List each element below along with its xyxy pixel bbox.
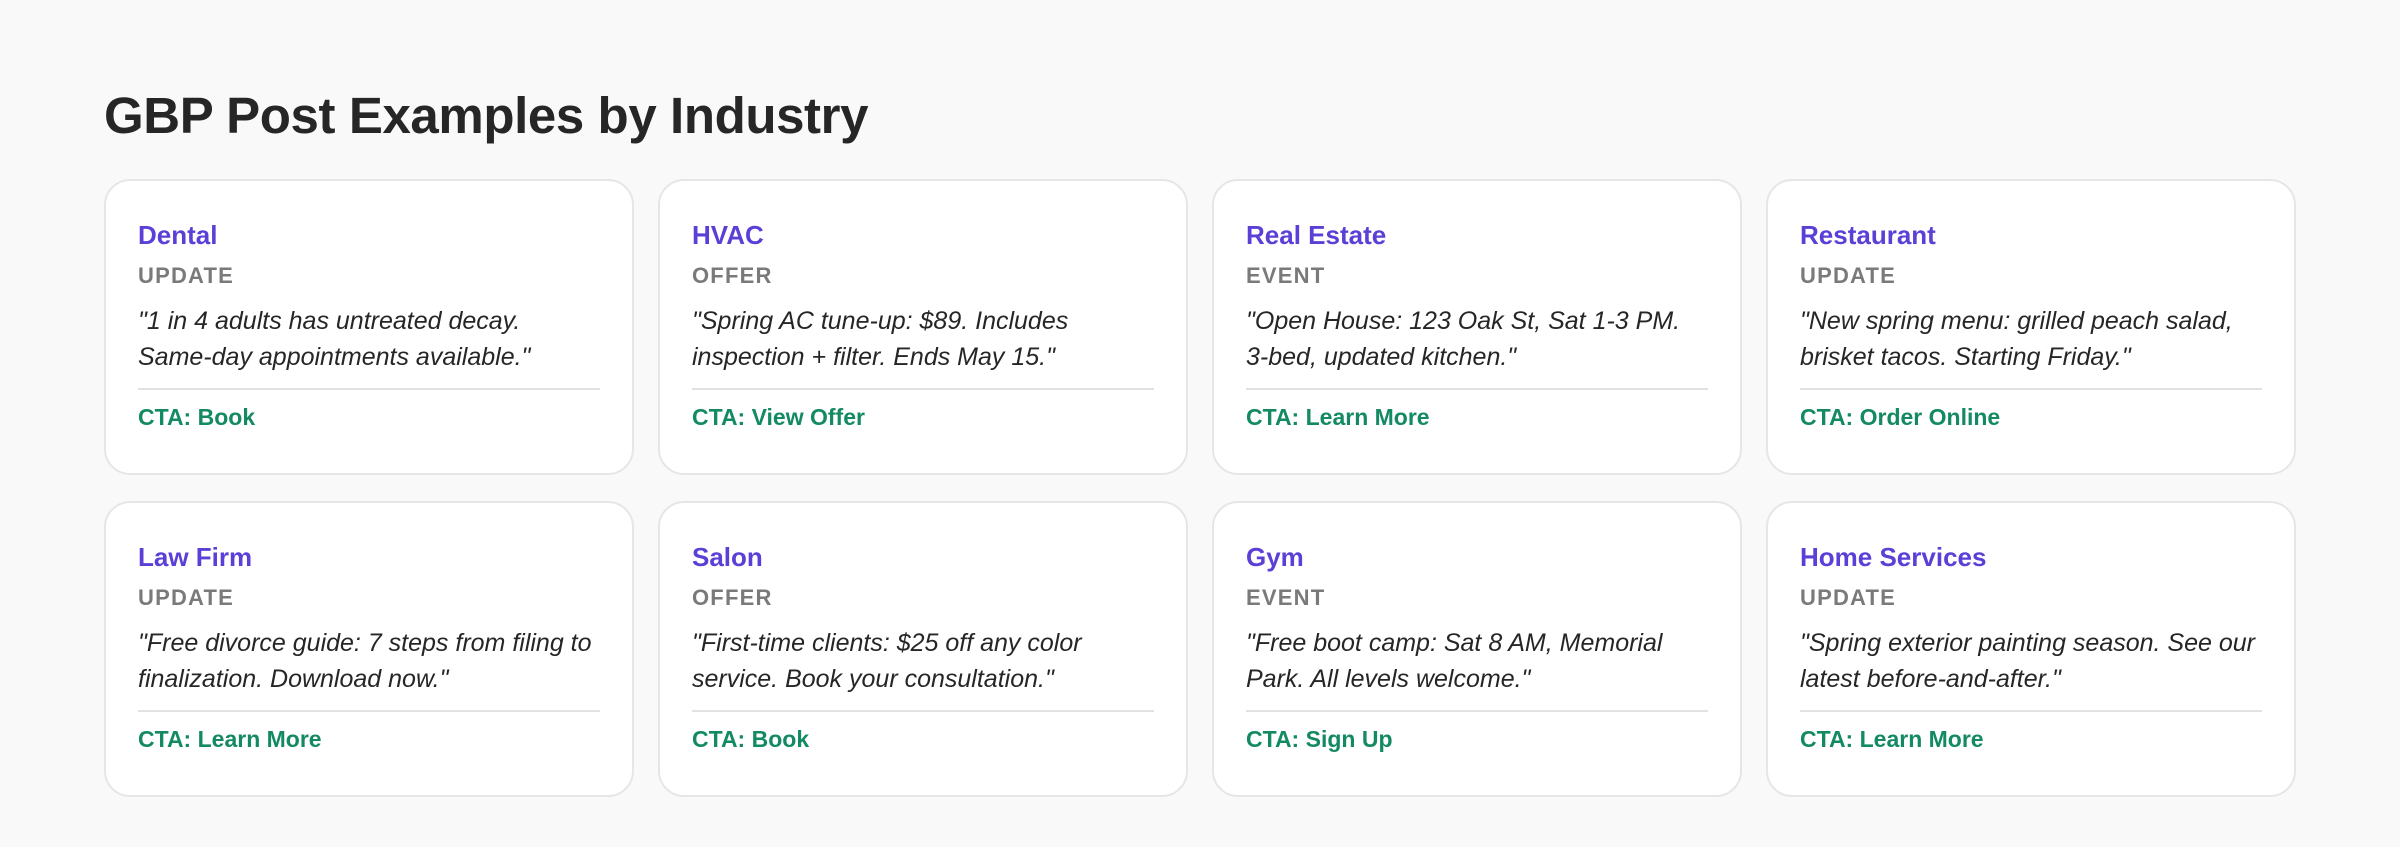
card-industry-name: Gym: [1246, 542, 1304, 572]
card-divider: [692, 388, 1154, 390]
card-post-type: UPDATE: [1800, 263, 1897, 288]
card-example-text: "New spring menu: grilled peach salad, b…: [1800, 307, 2233, 371]
industry-card-salon: Salon OFFER "First-time clients: $25 off…: [658, 501, 1188, 797]
card-industry-name: Real Estate: [1246, 220, 1387, 250]
card-industry-name: HVAC: [692, 220, 764, 250]
card-industry-name: Law Firm: [138, 542, 253, 572]
industry-card-real-estate: Real Estate EVENT "Open House: 123 Oak S…: [1212, 179, 1742, 475]
industry-card-hvac: HVAC OFFER "Spring AC tune-up: $89. Incl…: [658, 179, 1188, 475]
card-cta-label: CTA: Book: [692, 726, 810, 752]
card-cta-label: CTA: Order Online: [1800, 404, 2001, 430]
card-industry-name: Home Services: [1800, 542, 1987, 572]
card-post-type: UPDATE: [1800, 585, 1897, 610]
industry-card-home-services: Home Services UPDATE "Spring exterior pa…: [1766, 501, 2296, 797]
card-cta-label: CTA: Learn More: [1800, 726, 1984, 752]
card-post-type: EVENT: [1246, 585, 1326, 610]
card-divider: [138, 710, 600, 712]
page: GBP Post Examples by Industry Dental UPD…: [0, 0, 2400, 847]
card-example-text: "Open House: 123 Oak St, Sat 1-3 PM. 3-b…: [1246, 307, 1681, 371]
card-cta-label: CTA: Learn More: [1246, 404, 1430, 430]
industry-card-gym: Gym EVENT "Free boot camp: Sat 8 AM, Mem…: [1212, 501, 1742, 797]
card-industry-name: Dental: [138, 220, 218, 250]
card-example-text: "Spring AC tune-up: $89. Includes inspec…: [692, 307, 1069, 371]
card-cta-label: CTA: View Offer: [692, 404, 865, 430]
card-divider: [1246, 710, 1708, 712]
card-example-text: "Free divorce guide: 7 steps from filing…: [138, 629, 592, 693]
card-example-text: "Spring exterior painting season. See ou…: [1800, 629, 2255, 693]
card-divider: [692, 710, 1154, 712]
card-cta-label: CTA: Book: [138, 404, 256, 430]
industry-card-law-firm: Law Firm UPDATE "Free divorce guide: 7 s…: [104, 501, 634, 797]
card-post-type: UPDATE: [138, 585, 235, 610]
card-divider: [1800, 388, 2262, 390]
card-divider: [1800, 710, 2262, 712]
card-post-type: UPDATE: [138, 263, 235, 288]
card-industry-name: Restaurant: [1800, 220, 1936, 250]
card-example-text: "1 in 4 adults has untreated decay. Same…: [138, 307, 531, 371]
card-divider: [138, 388, 600, 390]
card-example-text: "Free boot camp: Sat 8 AM, Memorial Park…: [1246, 629, 1663, 693]
industry-card-dental: Dental UPDATE "1 in 4 adults has untreat…: [104, 179, 634, 475]
industry-card-grid: Dental UPDATE "1 in 4 adults has untreat…: [104, 179, 2296, 797]
card-post-type: EVENT: [1246, 263, 1326, 288]
card-cta-label: CTA: Learn More: [138, 726, 322, 752]
card-post-type: OFFER: [692, 585, 773, 610]
card-industry-name: Salon: [692, 542, 763, 572]
card-cta-label: CTA: Sign Up: [1246, 726, 1393, 752]
card-example-text: "First-time clients: $25 off any color s…: [692, 629, 1082, 693]
industry-card-restaurant: Restaurant UPDATE "New spring menu: gril…: [1766, 179, 2296, 475]
card-post-type: OFFER: [692, 263, 773, 288]
card-divider: [1246, 388, 1708, 390]
page-title: GBP Post Examples by Industry: [104, 87, 869, 144]
